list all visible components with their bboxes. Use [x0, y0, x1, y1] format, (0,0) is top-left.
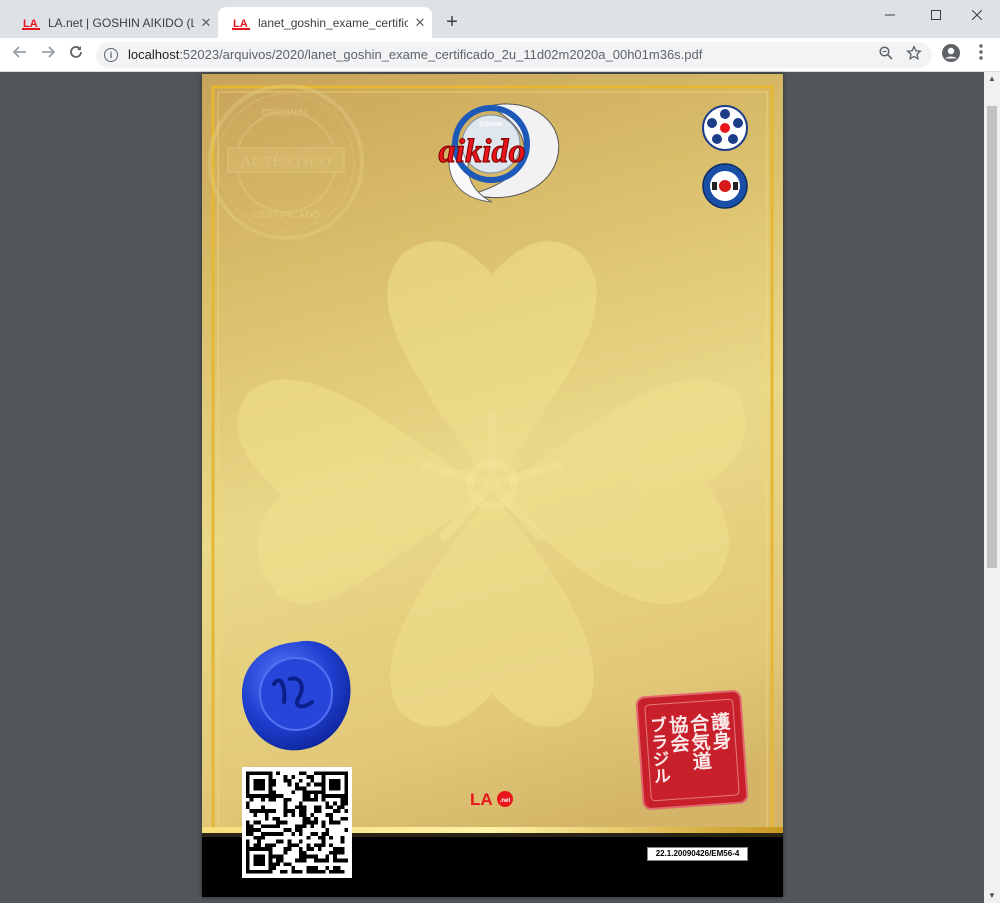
svg-text:CERTIFICADO: CERTIFICADO [252, 210, 321, 221]
profile-avatar-icon[interactable] [940, 44, 962, 66]
svg-text:護身: 護身 [707, 710, 732, 751]
address-bar[interactable]: i localhost:52023/arquivos/2020/lanet_go… [96, 42, 932, 68]
svg-text:LA: LA [470, 790, 493, 809]
la-favicon-icon: LA [22, 16, 40, 30]
red-japanese-stamp: 護身 合気道 協会 ブラジル [635, 690, 749, 810]
svg-text:合気道: 合気道 [686, 711, 712, 771]
url-host: localhost [128, 47, 180, 62]
svg-text:ORIGINAL: ORIGINAL [262, 108, 311, 119]
european-aikido-badge [702, 163, 748, 209]
svg-text:GOSHIN: GOSHIN [479, 122, 503, 128]
svg-text:.net: .net [500, 798, 511, 804]
scroll-up-arrow-icon[interactable]: ▲ [984, 72, 1000, 86]
svg-text:協会: 協会 [666, 714, 691, 754]
svg-text:AUTÊNTICO: AUTÊNTICO [241, 153, 332, 170]
scroll-down-arrow-icon[interactable]: ▼ [984, 889, 1000, 903]
close-window-button[interactable] [954, 0, 1000, 30]
tab-title: LA.net | GOSHIN AIKIDO (LANET [48, 15, 194, 30]
url-path: :52023/arquivos/2020/lanet_goshin_exame_… [179, 47, 703, 62]
close-icon [972, 10, 982, 20]
bookmark-star-icon[interactable] [904, 45, 924, 65]
forward-arrow-icon [42, 46, 56, 58]
menu-kebab-icon[interactable] [970, 44, 992, 66]
scroll-thumb[interactable] [987, 106, 997, 568]
close-tab-icon[interactable]: ✕ [194, 15, 218, 31]
authentic-seal-watermark: AUTÊNTICO ORIGINAL CERTIFICADO [208, 84, 364, 240]
minimize-window-button[interactable] [867, 0, 913, 30]
url-text[interactable]: localhost:52023/arquivos/2020/lanet_gosh… [128, 42, 702, 68]
close-tab-icon[interactable]: ✕ [408, 15, 432, 31]
back-button[interactable] [8, 44, 32, 66]
forward-button[interactable] [36, 44, 60, 66]
reload-icon [70, 46, 82, 58]
new-tab-button[interactable]: + [442, 10, 462, 34]
la-net-logo: LA .net [470, 790, 513, 809]
scrollbar[interactable]: ▲ ▼ [984, 72, 1000, 903]
reload-button[interactable] [64, 44, 88, 66]
svg-text:LA: LA [23, 18, 38, 30]
maximize-icon [931, 10, 941, 20]
maximize-window-button[interactable] [913, 0, 959, 30]
minimize-icon [885, 14, 895, 16]
qr-code [242, 767, 352, 878]
tab-title: lanet_goshin_exame_certificado_ [258, 15, 408, 30]
browser-toolbar: i localhost:52023/arquivos/2020/lanet_go… [0, 38, 1000, 72]
federation-flower-badge [702, 105, 748, 151]
zoom-icon[interactable] [876, 45, 896, 65]
site-info-icon[interactable]: i [104, 48, 118, 62]
back-arrow-icon [12, 46, 26, 58]
tab-lanet-goshin[interactable]: LA LA.net | GOSHIN AIKIDO (LANET ✕ [8, 7, 218, 38]
tab-strip: LA LA.net | GOSHIN AIKIDO (LANET ✕ LA la… [0, 0, 1000, 38]
svg-text:aikido: aikido [439, 133, 526, 170]
certificate-serial-number: 22.1.20090426/EM56-4 [647, 847, 748, 861]
la-favicon-icon: LA [232, 16, 250, 30]
svg-text:LA: LA [233, 18, 248, 30]
tab-pdf[interactable]: LA lanet_goshin_exame_certificado_ ✕ [218, 7, 432, 38]
